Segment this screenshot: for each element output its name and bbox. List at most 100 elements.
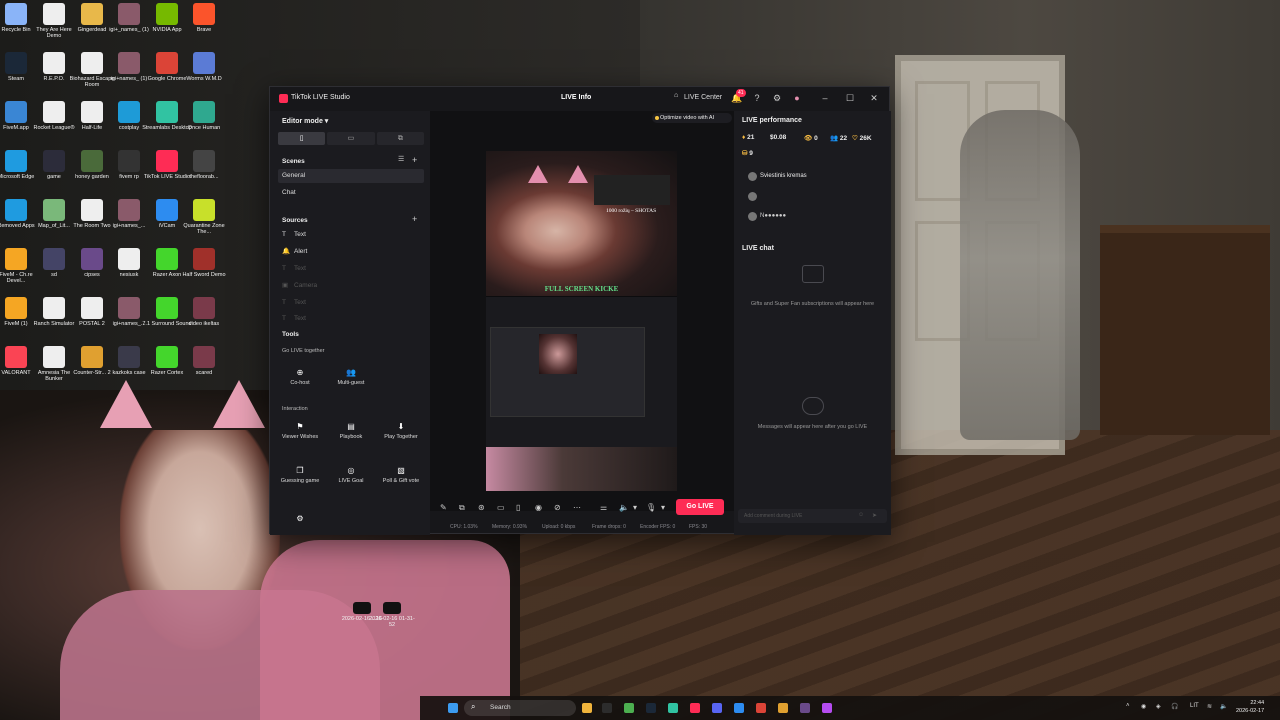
taskbar-app-icon[interactable]: [624, 703, 634, 713]
source-item[interactable]: T Text: [278, 312, 424, 326]
canvas-banner-text: FULL SCREEN KICKE: [544, 285, 619, 293]
phone-icon[interactable]: ▯: [516, 503, 520, 512]
taskbar-app-icon[interactable]: [778, 703, 788, 713]
screen-icon[interactable]: ▭: [497, 503, 505, 512]
tool-poll-gift-vote-button[interactable]: ▧ Poll & Gift vote: [377, 466, 425, 484]
taskbar-app-icon[interactable]: [712, 703, 722, 713]
scene-item-general[interactable]: General: [278, 169, 424, 183]
more-tools-icon[interactable]: ⚙: [276, 514, 324, 526]
tool-co-host-button[interactable]: ⊕ Co-host: [276, 368, 324, 386]
portrait-orientation-icon[interactable]: ▯: [278, 132, 326, 145]
magic-wand-icon[interactable]: ✎: [440, 503, 447, 512]
tiktok-live-studio-window[interactable]: TikTok LIVE Studio LIVE Info ⌂ LIVE Cent…: [269, 86, 891, 535]
desktop-icon[interactable]: Brave: [179, 3, 229, 39]
app-icon: [43, 297, 65, 319]
go-live-button[interactable]: Go LIVE: [676, 499, 724, 515]
title-bar[interactable]: TikTok LIVE Studio LIVE Info ⌂ LIVE Cent…: [270, 87, 889, 111]
tray-app-icon[interactable]: ◈: [1156, 703, 1161, 710]
notification-badge: 41: [736, 89, 746, 97]
maximize-icon[interactable]: ☐: [843, 91, 857, 105]
add-scene-icon[interactable]: +: [412, 155, 417, 165]
chevron-up-icon[interactable]: ˄: [1126, 703, 1130, 709]
settings-sliders-icon[interactable]: ⚌: [600, 503, 607, 512]
taskbar-search[interactable]: Search: [464, 700, 576, 716]
live-center-link[interactable]: LIVE Center: [684, 94, 722, 101]
desktop-icon[interactable]: Once Human: [179, 101, 229, 137]
language-indicator[interactable]: LIT: [1190, 703, 1199, 709]
add-source-icon[interactable]: +: [412, 214, 417, 224]
chevron-down-icon[interactable]: ▾: [633, 503, 637, 512]
speaker-icon[interactable]: 🔈: [619, 503, 629, 512]
tool-icon: ⚑: [296, 422, 304, 431]
chevron-down-icon[interactable]: ▾: [661, 503, 665, 512]
gear-icon[interactable]: ⚙: [770, 91, 784, 105]
close-icon[interactable]: ✕: [867, 91, 881, 105]
cpu-stat: CPU: 1.03%: [450, 524, 478, 530]
landscape-orientation-icon[interactable]: ▭: [327, 132, 375, 145]
desktop-icon[interactable]: scared: [179, 346, 229, 382]
taskbar-app-icon[interactable]: [822, 703, 832, 713]
tool-playbook-button[interactable]: ▤ Playbook: [327, 422, 375, 440]
source-item[interactable]: T Text: [278, 228, 424, 242]
tray-app-icon[interactable]: ◉: [1141, 703, 1146, 710]
desktop-icon[interactable]: Half Sword Demo: [179, 248, 229, 284]
app-icon: [5, 297, 27, 319]
tiktok-logo-icon: [279, 94, 288, 103]
app-icon: [156, 52, 178, 74]
taskbar-app-icon[interactable]: [668, 703, 678, 713]
app-icon: [43, 150, 65, 172]
editor-mode-dropdown[interactable]: Editor mode ▾: [282, 117, 328, 125]
source-item[interactable]: 🔔 Alert: [278, 245, 424, 259]
avatar[interactable]: ●: [790, 91, 804, 105]
windows-start-icon[interactable]: [448, 703, 458, 713]
desktop-icon[interactable]: video ikeltas: [179, 297, 229, 333]
app-icon: [193, 346, 215, 368]
tool-multi-guest-button[interactable]: 👥 Multi-guest: [327, 368, 375, 386]
taskbar-app-icon[interactable]: [582, 703, 592, 713]
help-icon[interactable]: ?: [750, 91, 764, 105]
orientation-switch[interactable]: ▯ ▭ ⧉: [278, 132, 424, 145]
optimize-video-button[interactable]: Optimize video with AI: [652, 113, 732, 123]
more-icon[interactable]: ⋯: [573, 503, 581, 512]
taskbar-app-icon[interactable]: [646, 703, 656, 713]
app-icon: [81, 3, 103, 25]
list-icon[interactable]: ☰: [398, 155, 404, 163]
chat-input[interactable]: Add comment during LIVE ☺ ➤: [738, 509, 887, 523]
taskbar-app-icon[interactable]: [690, 703, 700, 713]
app-icon: [81, 52, 103, 74]
clock-date: 2026-02-17: [1236, 708, 1265, 714]
tool-play-together-button[interactable]: ⬇ Play Together: [377, 422, 425, 440]
taskbar-clock[interactable]: 22:44 2026-02-17: [1236, 699, 1264, 715]
tool-guessing-game-button[interactable]: ❐ Guessing game: [276, 466, 324, 484]
minimize-icon[interactable]: –: [818, 91, 832, 105]
camera-switch-icon[interactable]: ⊘: [554, 503, 561, 512]
layers-icon[interactable]: ⧉: [459, 503, 465, 513]
tool-live-goal-button[interactable]: ◎ LIVE Goal: [327, 466, 375, 484]
desktop-icon[interactable]: thefloorab...: [179, 150, 229, 186]
taskbar-app-icon[interactable]: [734, 703, 744, 713]
desktop-file[interactable]: 2026-02-16 01-31-52: [367, 602, 417, 628]
volume-icon[interactable]: 🔈: [1220, 703, 1227, 710]
record-icon[interactable]: ◉: [535, 503, 542, 512]
scene-item-chat[interactable]: Chat: [278, 186, 424, 200]
source-item[interactable]: T Text: [278, 262, 424, 276]
microphone-icon[interactable]: 🎙: [646, 503, 656, 512]
source-item[interactable]: ▣ Camera: [278, 279, 424, 293]
app-icon: [193, 3, 215, 25]
tool-viewer-wishes-button[interactable]: ⚑ Viewer Wishes: [276, 422, 324, 440]
taskbar-app-icon[interactable]: [800, 703, 810, 713]
dual-orientation-icon[interactable]: ⧉: [376, 132, 424, 145]
stream-canvas[interactable]: 1000 rožių – SHOTAS FULL SCREEN KICKE: [486, 151, 677, 491]
live-info-title[interactable]: LIVE Info: [561, 94, 591, 101]
source-item[interactable]: T Text: [278, 296, 424, 310]
desktop-icon[interactable]: Worms W.M.D: [179, 52, 229, 88]
effects-icon[interactable]: ⊛: [478, 503, 485, 512]
taskbar-app-icon[interactable]: [602, 703, 612, 713]
desktop-icon[interactable]: Quarantine Zone The...: [179, 199, 229, 235]
send-icon[interactable]: ➤: [872, 512, 877, 519]
emoji-icon[interactable]: ☺: [858, 512, 864, 518]
wifi-icon[interactable]: ≋: [1207, 703, 1212, 710]
metric-value: 0: [814, 135, 818, 142]
headset-icon[interactable]: 🎧: [1171, 703, 1178, 710]
taskbar-app-icon[interactable]: [756, 703, 766, 713]
